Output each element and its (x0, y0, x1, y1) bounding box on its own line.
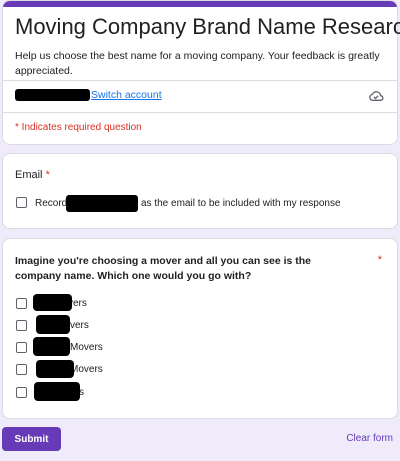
required-note: * Indicates required question (15, 122, 142, 133)
record-email-checkbox[interactable] (16, 197, 27, 208)
form-description: Help us choose the best name for a movin… (15, 50, 380, 77)
clear-form-button[interactable]: Clear form (346, 433, 393, 444)
question-required-asterisk: * (377, 254, 382, 266)
option-redacted-4 (36, 360, 74, 378)
option-label-3: Movers (70, 342, 103, 353)
question-title: Imagine you're choosing a mover and all … (15, 255, 312, 282)
submit-button[interactable]: Submit (2, 427, 61, 451)
cloud-saved-icon (369, 91, 384, 101)
form-title: Moving Company Brand Name Research (15, 14, 400, 39)
option-checkbox-3[interactable] (16, 342, 27, 353)
required-asterisk: * (45, 169, 50, 181)
option-checkbox-4[interactable] (16, 364, 27, 375)
option-redacted-3 (33, 337, 70, 356)
option-checkbox-5[interactable] (16, 387, 27, 398)
option-redacted-2 (36, 315, 70, 334)
header-divider (2, 80, 398, 81)
record-email-redacted (66, 195, 138, 212)
account-divider (2, 112, 398, 113)
option-checkbox-1[interactable] (16, 298, 27, 309)
email-question-card (2, 153, 398, 229)
email-label-text: Email (15, 169, 43, 181)
account-email-redacted (15, 89, 90, 101)
option-label-4: Movers (70, 364, 103, 375)
record-prefix-text: Record (35, 198, 68, 209)
email-label: Email * (15, 169, 50, 181)
option-checkbox-2[interactable] (16, 320, 27, 331)
switch-account-link[interactable]: Switch account (91, 89, 162, 101)
option-redacted-5 (34, 382, 80, 401)
option-label-2: vers (70, 320, 89, 331)
option-redacted-1 (33, 294, 72, 311)
header-accent-bar (3, 1, 397, 7)
record-suffix-text: as the email to be included with my resp… (141, 198, 341, 209)
